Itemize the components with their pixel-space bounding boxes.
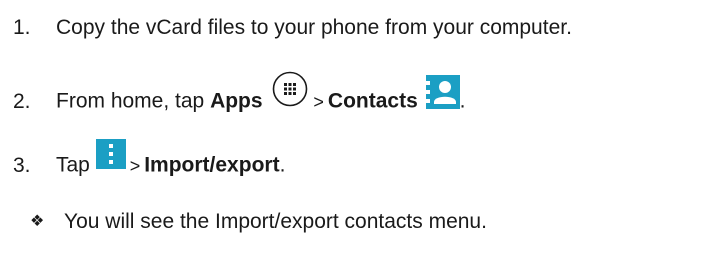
step-text: Tap > Import/export. xyxy=(41,139,286,184)
step-text: Copy the vCard files to your phone from … xyxy=(56,16,572,39)
step-number: 1. xyxy=(13,16,31,39)
step-suffix: . xyxy=(459,89,466,113)
step-1: 1. Copy the vCard files to your phone fro… xyxy=(0,16,572,40)
step-prefix: Tap xyxy=(56,153,96,177)
apps-label: Apps xyxy=(210,89,263,113)
step-number: 3. xyxy=(13,153,31,177)
step-suffix: . xyxy=(279,153,286,177)
import-export-label: Import/export xyxy=(144,153,280,177)
step-3: 3. Tap > Import/export. xyxy=(0,139,286,184)
separator: > xyxy=(129,155,141,176)
note-line: ❖ You will see the Import/export contacts… xyxy=(0,210,487,234)
separator: > xyxy=(313,91,324,112)
step-number: 2. xyxy=(13,89,31,113)
diamond-bullet-icon: ❖ xyxy=(30,213,45,231)
step-prefix: From home, tap xyxy=(56,89,211,113)
note-text: You will see the Import/export contacts … xyxy=(64,210,487,233)
contacts-label: Contacts xyxy=(327,89,418,113)
step-text: From home, tap Apps > Contacts . xyxy=(41,71,466,124)
apps-grid-icon xyxy=(271,70,309,114)
step-2: 2. From home, tap Apps > Contacts . xyxy=(0,71,466,124)
contacts-person-icon xyxy=(425,75,460,115)
menu-dots-icon xyxy=(95,139,126,175)
